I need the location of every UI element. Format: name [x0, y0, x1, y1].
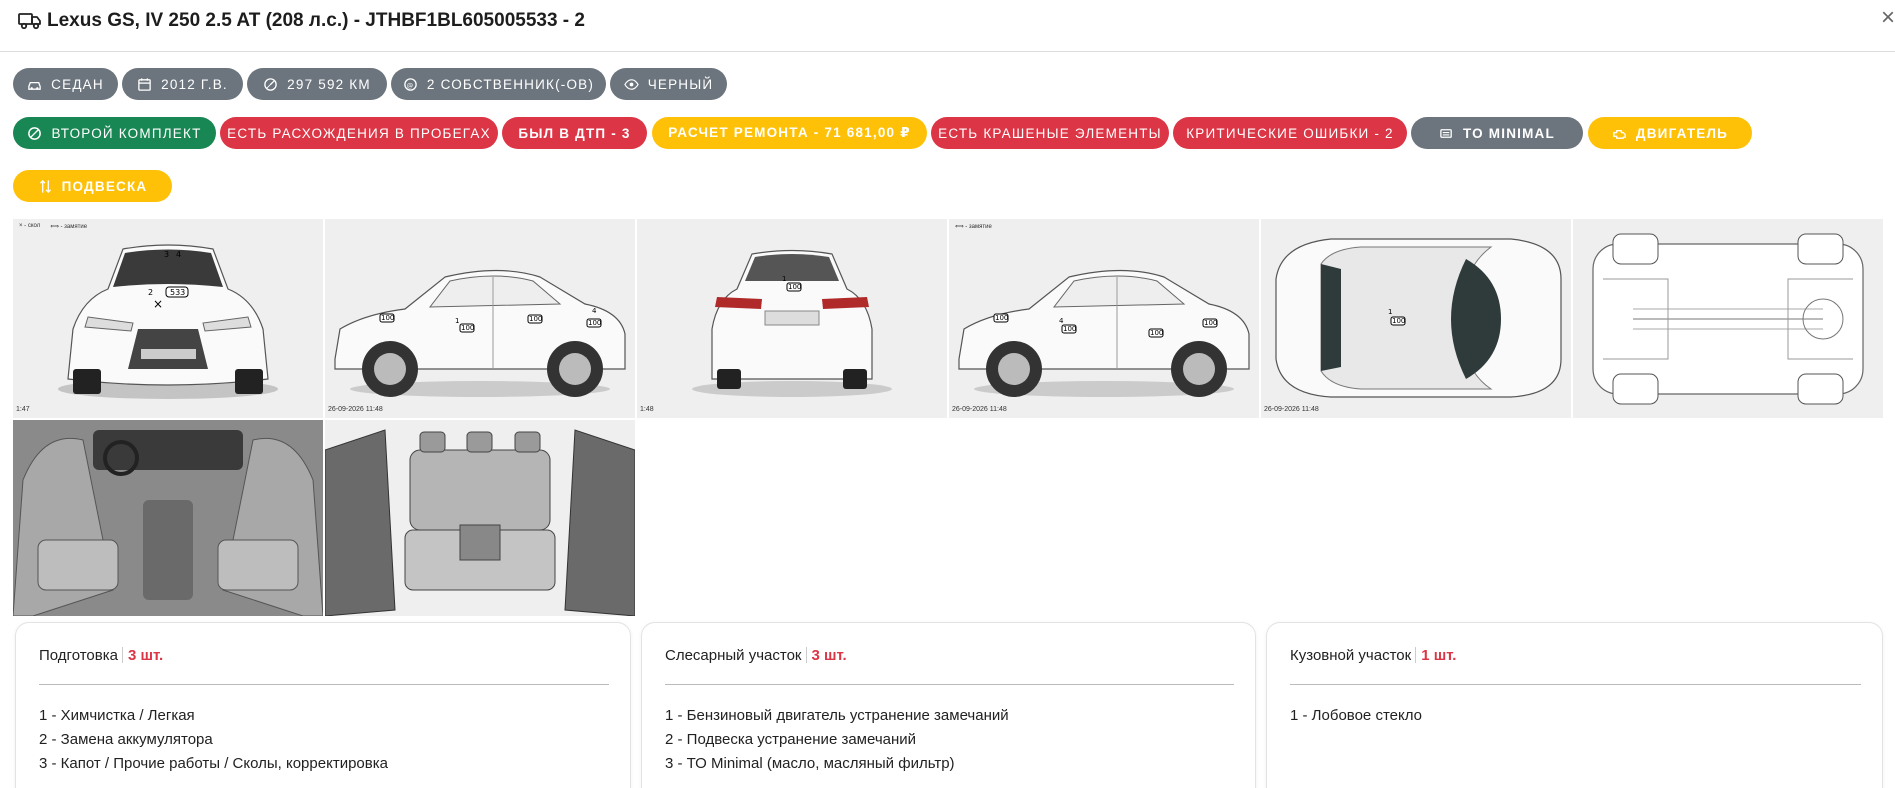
car-rear-icon: 1 100 — [692, 249, 892, 397]
card-count: 3 шт. — [127, 647, 164, 664]
svg-text:533: 533 — [170, 288, 185, 297]
task-list: 1 - Бензиновый двигатель устранение заме… — [665, 704, 1009, 776]
chip-owners[interactable]: @ 2 собственник(-ов) — [391, 68, 606, 100]
divider — [39, 684, 609, 685]
chip-year[interactable]: 2012 г.в. — [122, 68, 243, 100]
list-item: 3 - Капот / Прочие работы / Сколы, корре… — [39, 755, 388, 772]
suspension-icon — [39, 179, 51, 193]
car-side-icon: 100 4 100 100 100 — [958, 269, 1250, 397]
car-underbody-icon — [1592, 233, 1864, 405]
svg-text:3: 3 — [164, 250, 169, 259]
svg-text:4: 4 — [176, 250, 181, 259]
svg-text:100: 100 — [995, 314, 1008, 322]
svg-text:100: 100 — [381, 314, 394, 322]
chip-to-minimal[interactable]: ТО Minimal — [1411, 117, 1583, 149]
svg-text:1: 1 — [1388, 308, 1392, 316]
svg-text:100: 100 — [461, 324, 474, 332]
timestamp: 26-09-2026 11:48 — [952, 406, 1007, 413]
truck-icon — [18, 13, 41, 30]
close-button[interactable]: × — [1881, 6, 1895, 30]
diagram-front[interactable]: × - скол ⟺ - замятие 34 2 533 × 1:47 — [13, 219, 323, 418]
card-count: 1 шт. — [1421, 647, 1457, 664]
task-list: 1 - Химчистка / Легкая 2 - Замена аккуму… — [39, 704, 388, 776]
svg-text:1: 1 — [455, 317, 459, 325]
chip-repair-estimate[interactable]: Расчет ремонта - 71 681,00 ₽ — [652, 117, 927, 149]
svg-text:2: 2 — [148, 288, 153, 297]
chip-painted-elements[interactable]: Есть крашеные элементы — [931, 117, 1169, 149]
diagram-interior-rear[interactable] — [325, 420, 635, 616]
diagram-top[interactable]: 1 100 26-09-2026 11:48 — [1261, 219, 1571, 418]
page-title: Lexus GS, IV 250 2.5 AT (208 л.с.) - JTH… — [47, 10, 585, 31]
list-item: 1 - Химчистка / Легкая — [39, 707, 195, 724]
car-side-icon: 1 100 100 100 100 4 — [334, 269, 626, 397]
svg-text:100: 100 — [529, 315, 542, 323]
diagram-left-side[interactable]: 1 100 100 100 100 4 26-09-2026 11:48 — [325, 219, 635, 418]
card-title: Подготовка — [39, 647, 118, 664]
seat-rear-icon — [325, 420, 635, 616]
chip-mileage[interactable]: 297 592 км — [247, 68, 387, 100]
modal-header: Lexus GS, IV 250 2.5 AT (208 л.с.) - JTH… — [0, 0, 1895, 52]
owners-icon: @ — [404, 77, 417, 91]
card-body-shop: Кузовной участок 1 шт. 1 - Лобовое стекло — [1266, 622, 1883, 788]
list-item: 1 - Бензиновый двигатель устранение заме… — [665, 707, 1009, 724]
svg-text:100: 100 — [588, 319, 601, 327]
chip-body-type[interactable]: Седан — [13, 68, 118, 100]
svg-text:100: 100 — [1204, 319, 1217, 327]
timestamp: 26-09-2026 11:48 — [1264, 406, 1319, 413]
car-icon — [28, 81, 41, 90]
timestamp: 1:48 — [640, 406, 654, 413]
timestamp: 26-09-2026 11:48 — [328, 406, 383, 413]
svg-text:@: @ — [407, 81, 415, 89]
svg-text:100: 100 — [1063, 325, 1076, 333]
divider — [665, 684, 1234, 685]
chip-color[interactable]: Черный — [610, 68, 727, 100]
tire-icon — [28, 126, 42, 140]
oil-icon — [1440, 128, 1452, 138]
card-mechanical: Слесарный участок 3 шт. 1 - Бензиновый дв… — [641, 622, 1256, 788]
car-top-icon: 1 100 — [1275, 238, 1562, 398]
eye-icon — [623, 78, 639, 90]
engine-icon — [1613, 129, 1626, 139]
svg-text:100: 100 — [788, 283, 801, 291]
diagram-right-side[interactable]: ⟺ - замятие 100 4 100 100 100 26-09-2026… — [949, 219, 1259, 418]
list-item: 1 - Лобовое стекло — [1290, 707, 1422, 724]
chip-mileage-discrepancy[interactable]: Есть расхождения в пробегах — [220, 117, 498, 149]
diagram-underbody[interactable] — [1573, 219, 1883, 418]
chip-suspension[interactable]: Подвеска — [13, 170, 172, 202]
chip-accidents[interactable]: Был в ДТП - 3 — [502, 117, 647, 149]
svg-text:100: 100 — [1150, 329, 1163, 337]
chip-critical-errors[interactable]: Критические ошибки - 2 — [1173, 117, 1407, 149]
list-item: 2 - Замена аккумулятора — [39, 731, 213, 748]
svg-text:×: × — [153, 297, 163, 311]
svg-text:1: 1 — [782, 275, 786, 283]
diagram-interior-front[interactable] — [13, 420, 323, 616]
card-preparation: Подготовка 3 шт. 1 - Химчистка / Легкая 2… — [15, 622, 631, 788]
chip-second-set[interactable]: Второй комплект — [13, 117, 216, 149]
svg-text:4: 4 — [1059, 317, 1064, 325]
card-count: 3 шт. — [811, 647, 847, 664]
list-item: 3 - ТО Minimal (масло, масляный фильтр) — [665, 755, 955, 772]
timestamp: 1:47 — [16, 406, 30, 413]
list-item: 2 - Подвеска устранение замечаний — [665, 731, 917, 748]
card-title: Слесарный участок — [665, 647, 802, 664]
car-front-icon: 34 2 533 × — [58, 244, 278, 399]
chip-engine[interactable]: Двигатель — [1588, 117, 1752, 149]
diagram-rear[interactable]: 1 100 1:48 — [637, 219, 947, 418]
speedometer-icon — [264, 77, 277, 91]
svg-text:100: 100 — [1392, 317, 1405, 325]
task-list: 1 - Лобовое стекло — [1290, 704, 1422, 728]
card-title: Кузовной участок — [1290, 647, 1412, 664]
calendar-icon — [138, 77, 151, 91]
divider — [1290, 684, 1861, 685]
seat-front-icon — [13, 420, 323, 616]
svg-text:4: 4 — [592, 307, 597, 315]
